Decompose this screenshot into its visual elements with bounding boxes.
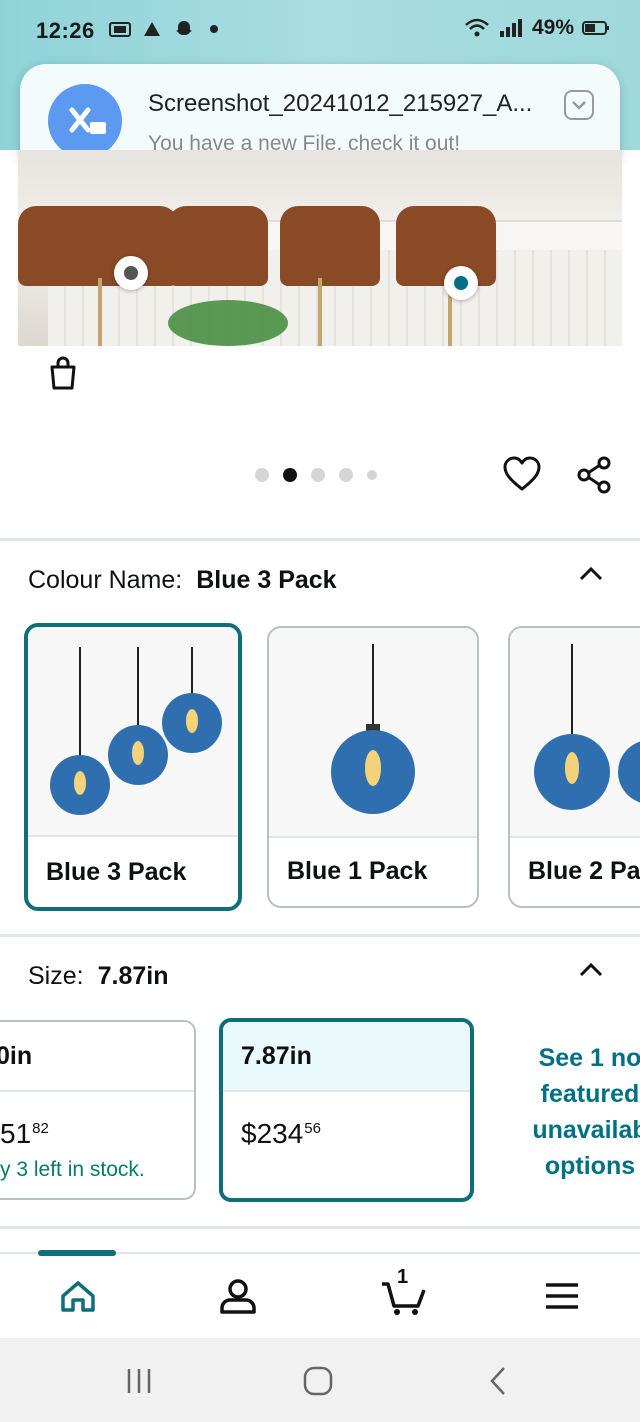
stool-leg: [318, 278, 322, 346]
home-button-icon[interactable]: [301, 1364, 335, 1398]
share-icon[interactable]: [576, 456, 612, 494]
stool: [280, 206, 380, 286]
pendant-lights-image: [534, 644, 640, 810]
gallery-dot[interactable]: [339, 468, 353, 482]
chevron-down-icon: [572, 101, 586, 110]
snapchat-icon: [176, 21, 192, 35]
colour-option-blue-2-pack[interactable]: Blue 2 Pa: [508, 626, 640, 908]
recent-apps-icon[interactable]: [122, 1364, 156, 1398]
status-bar: 12:26 49%: [0, 0, 640, 62]
status-time: 12:26: [36, 18, 95, 43]
size-option-label-text: 0in: [0, 1042, 33, 1070]
see-unavailable-options-link[interactable]: See 1 no featured unavailab options: [520, 1040, 640, 1184]
bottom-nav: 1: [0, 1250, 640, 1338]
gallery-dot[interactable]: [311, 468, 325, 482]
colour-value: Blue 3 Pack: [196, 566, 337, 594]
stool: [168, 206, 268, 286]
image-hotspot[interactable]: [114, 256, 148, 290]
colour-option-label: Blue 3 Pack: [46, 858, 187, 886]
size-option[interactable]: 0in 5182 y 3 left in stock.: [0, 1020, 196, 1200]
price-fraction: 56: [304, 1120, 321, 1137]
price-whole: 51: [0, 1118, 32, 1149]
colour-option-blue-3-pack[interactable]: Blue 3 Pack: [24, 623, 242, 911]
status-notification-icons: [108, 18, 228, 40]
size-option-price: 5182: [0, 1118, 49, 1150]
notification-title: Screenshot_20241012_215927_A...: [148, 90, 533, 117]
signal-icon: [499, 19, 522, 37]
notification-app-icon-2: [144, 22, 160, 36]
product-image[interactable]: [18, 150, 622, 346]
wifi-icon: [465, 18, 489, 37]
pdf-app-icon: [48, 84, 122, 158]
account-icon[interactable]: [218, 1276, 258, 1316]
colour-option-image: [269, 628, 477, 838]
pdf-app-glyph: [69, 107, 106, 134]
nav-active-indicator: [38, 1250, 116, 1256]
back-icon[interactable]: [482, 1364, 516, 1398]
pendant-light-image: [331, 644, 415, 814]
chevron-up-icon[interactable]: [578, 564, 604, 582]
size-label: Size:: [28, 962, 84, 990]
colour-section-header: Colour Name: Blue 3 Pack: [28, 566, 337, 595]
battery-percent: 49%: [531, 16, 574, 39]
colour-option-blue-1-pack[interactable]: Blue 1 Pack: [267, 626, 479, 908]
stock-status: y 3 left in stock.: [0, 1158, 145, 1181]
colour-option-label: Blue 1 Pack: [287, 857, 428, 885]
notification-expand-icon[interactable]: [564, 90, 594, 120]
home-icon[interactable]: [58, 1276, 98, 1316]
size-value: 7.87in: [97, 962, 169, 990]
shopping-bag-icon[interactable]: [46, 355, 80, 391]
gallery-dot[interactable]: [367, 470, 377, 480]
colour-label: Colour Name:: [28, 566, 183, 594]
status-system-icons: 49%: [464, 16, 610, 40]
system-nav-bar: [0, 1338, 640, 1422]
divider: [0, 1226, 640, 1229]
colour-option-image: [28, 627, 238, 837]
notification-app-icon: [109, 22, 131, 37]
size-option-selected[interactable]: 7.87in $23456: [219, 1018, 474, 1202]
divider: [0, 538, 640, 541]
heart-icon[interactable]: [503, 456, 541, 492]
colour-option-image: [510, 628, 640, 838]
image-hotspot-active[interactable]: [444, 266, 478, 300]
divider: [0, 934, 640, 937]
size-section-header: Size: 7.87in: [28, 962, 168, 991]
size-option-label: 0in: [0, 1022, 194, 1092]
chevron-up-icon[interactable]: [578, 960, 604, 978]
cart-count-badge: 1: [397, 1266, 409, 1288]
pendant-lights-image: [50, 647, 222, 815]
plant: [168, 300, 288, 346]
gallery-dot-active[interactable]: [283, 468, 297, 482]
price-fraction: 82: [32, 1120, 49, 1137]
menu-icon[interactable]: [542, 1276, 582, 1316]
size-option-price: $23456: [241, 1118, 321, 1150]
colour-option-label: Blue 2 Pa: [528, 857, 640, 885]
gallery-pagination: [255, 468, 377, 482]
battery-icon: [582, 21, 609, 35]
stool-leg: [98, 278, 102, 346]
gallery-dot[interactable]: [255, 468, 269, 482]
size-option-label: 7.87in: [223, 1022, 470, 1092]
price-whole: $234: [241, 1118, 304, 1149]
dot-icon: [210, 25, 218, 33]
